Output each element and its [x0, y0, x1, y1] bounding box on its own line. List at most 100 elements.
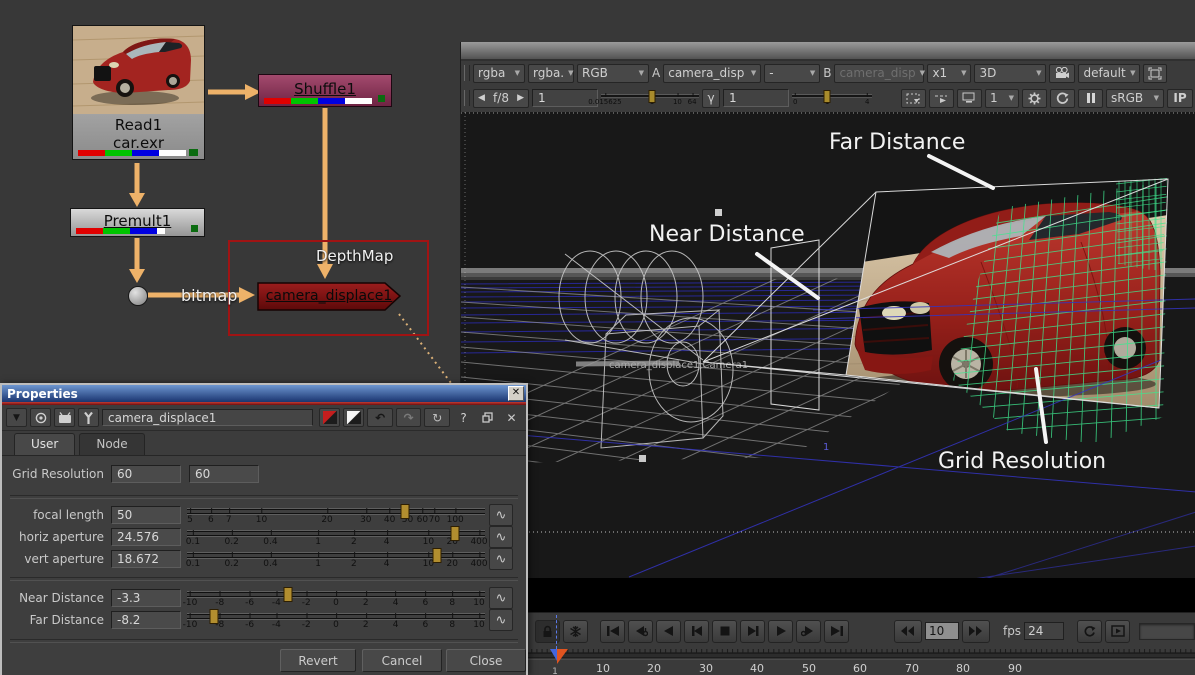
viewer-pane-header[interactable]: [461, 42, 1195, 61]
tab-user[interactable]: User: [14, 433, 75, 455]
pane-grip[interactable]: [464, 65, 470, 81]
help-button[interactable]: ?: [453, 408, 474, 427]
properties-titlebar[interactable]: Properties ✕: [2, 385, 526, 402]
far-distance-slider[interactable]: -10 -8 -6 -4 -2 0 2 4 6 8 10: [187, 608, 485, 632]
next-keyframe-icon[interactable]: [796, 620, 821, 643]
close-panel-icon[interactable]: ✕: [501, 408, 522, 427]
grid-resolution-x-input[interactable]: [111, 465, 181, 483]
stop-icon[interactable]: [712, 620, 737, 643]
near-distance-slider[interactable]: -10 -8 -6 -4 -2 0 2 4 6 8 10: [187, 586, 485, 610]
vert-aperture-slider[interactable]: 0.1 0.2 0.4 1 2 4 10 20 400: [187, 547, 485, 571]
curve-editor-icon[interactable]: ∿: [489, 504, 513, 526]
next-arrow-icon[interactable]: ▶: [517, 93, 524, 103]
near-distance-handle[interactable]: [284, 587, 293, 602]
play-icon[interactable]: [768, 620, 793, 643]
stereo-view-select[interactable]: 1▼: [985, 89, 1019, 108]
jump-back-icon[interactable]: [894, 620, 922, 643]
panel-menu-icon[interactable]: ▼: [6, 408, 27, 427]
prev-arrow-icon[interactable]: ◀: [478, 93, 485, 103]
vert-aperture-input[interactable]: [111, 550, 181, 568]
node-shuffle1[interactable]: Shuffle1: [258, 74, 392, 107]
far-distance-input[interactable]: [111, 611, 181, 629]
timeline-ruler[interactable]: 10 20 30 40 50 60 70 80 90 1: [461, 649, 1195, 675]
near-distance-input[interactable]: [111, 589, 181, 607]
gamma-slider[interactable]: 0 1 4: [792, 88, 872, 108]
playhead-line[interactable]: [556, 615, 558, 649]
node-read1[interactable]: Read1 car.exr: [72, 25, 205, 160]
node-color-swatch[interactable]: [319, 408, 340, 427]
goto-end-icon[interactable]: [824, 620, 849, 643]
gamma-input[interactable]: [723, 89, 789, 107]
gamma-button[interactable]: γ: [702, 89, 720, 108]
focal-length-handle[interactable]: [400, 504, 409, 519]
node-name-input[interactable]: [102, 409, 313, 426]
gl-color-swatch[interactable]: [343, 408, 364, 427]
redo-icon[interactable]: ↷: [396, 408, 422, 427]
curve-editor-icon[interactable]: ∿: [489, 526, 513, 548]
revert-button[interactable]: Revert: [280, 649, 356, 672]
gain-slider-handle[interactable]: [648, 90, 655, 103]
focal-length-slider[interactable]: 5 6 7 10 20 30 40 50 60 70 100: [187, 503, 485, 527]
read1-depth-channel-indicator: [189, 149, 198, 156]
view-mode-select[interactable]: 3D▼: [974, 64, 1046, 83]
step-back-icon[interactable]: [684, 620, 709, 643]
revert-knobs-icon[interactable]: ↻: [424, 408, 450, 427]
window-close-icon[interactable]: ✕: [508, 386, 524, 401]
curve-editor-icon[interactable]: ∿: [489, 587, 513, 609]
camera-icon[interactable]: [1049, 64, 1075, 83]
node-premult1[interactable]: Premult1: [70, 208, 205, 237]
step-forward-icon[interactable]: [740, 620, 765, 643]
focal-length-input[interactable]: [111, 506, 181, 524]
selection-handle[interactable]: [715, 209, 722, 216]
fstop-stepper[interactable]: ◀ f/8 ▶: [473, 89, 529, 108]
curve-editor-icon[interactable]: ∿: [489, 548, 513, 570]
input-a-select[interactable]: camera_disp▼: [663, 64, 761, 83]
float-panel-icon[interactable]: [477, 408, 498, 427]
proxy-toggle-icon[interactable]: [929, 89, 954, 108]
freeze-snowflake-icon[interactable]: [563, 620, 588, 643]
play-backward-icon[interactable]: [656, 620, 681, 643]
pane-grip[interactable]: [464, 90, 470, 106]
wrench-icon[interactable]: [78, 408, 99, 427]
viewer-lut-select[interactable]: sRGB▼: [1106, 89, 1164, 108]
cancel-button[interactable]: Cancel: [362, 649, 442, 672]
gain-slider[interactable]: 0.015625 1 10 64: [601, 88, 699, 108]
monitor-node-icon[interactable]: [54, 408, 75, 427]
pause-icon[interactable]: [1078, 89, 1103, 108]
channel-select[interactable]: RGB▼: [577, 64, 649, 83]
tab-node[interactable]: Node: [79, 433, 144, 455]
roi-icon[interactable]: [901, 89, 926, 108]
jump-forward-icon[interactable]: [962, 620, 990, 643]
loop-mode-icon[interactable]: [1077, 620, 1102, 643]
far-distance-handle[interactable]: [209, 609, 218, 624]
center-node-icon[interactable]: [30, 408, 51, 427]
horiz-aperture-input[interactable]: [111, 528, 181, 546]
horiz-aperture-slider[interactable]: 0.1 0.2 0.4 1 2 4 10 20 400: [187, 525, 485, 549]
frame-viewer-icon[interactable]: [1143, 64, 1167, 83]
selection-handle[interactable]: [639, 455, 646, 462]
goto-start-icon[interactable]: [600, 620, 625, 643]
curve-editor-icon[interactable]: ∿: [489, 609, 513, 631]
refresh-icon[interactable]: [1050, 89, 1075, 108]
settings-gear-icon[interactable]: [1022, 89, 1047, 108]
node-dot[interactable]: [128, 286, 148, 306]
frame-increment-input[interactable]: [925, 622, 959, 640]
layer-b-select[interactable]: rgba.▼: [528, 64, 574, 83]
close-button[interactable]: Close: [446, 649, 526, 672]
viewport-3d[interactable]: camera_displace1.Camera1: [461, 112, 1195, 612]
layer-select[interactable]: rgba▼: [473, 64, 525, 83]
prev-keyframe-icon[interactable]: [628, 620, 653, 643]
vert-aperture-handle[interactable]: [433, 548, 442, 563]
blend-mode-select[interactable]: -▼: [764, 64, 820, 83]
flipbook-icon[interactable]: [1105, 620, 1130, 643]
grid-resolution-y-input[interactable]: [189, 465, 259, 483]
fps-input[interactable]: [1024, 622, 1064, 640]
monitor-out-icon[interactable]: [957, 89, 982, 108]
gamma-slider-handle[interactable]: [824, 90, 831, 103]
camera-select[interactable]: default▼: [1078, 64, 1140, 83]
horiz-aperture-handle[interactable]: [451, 526, 460, 541]
input-b-select[interactable]: camera_disp▼: [834, 64, 924, 83]
input-process-toggle[interactable]: IP: [1167, 89, 1193, 108]
undo-icon[interactable]: ↶: [367, 408, 393, 427]
zoom-select[interactable]: x1▼: [927, 64, 971, 83]
